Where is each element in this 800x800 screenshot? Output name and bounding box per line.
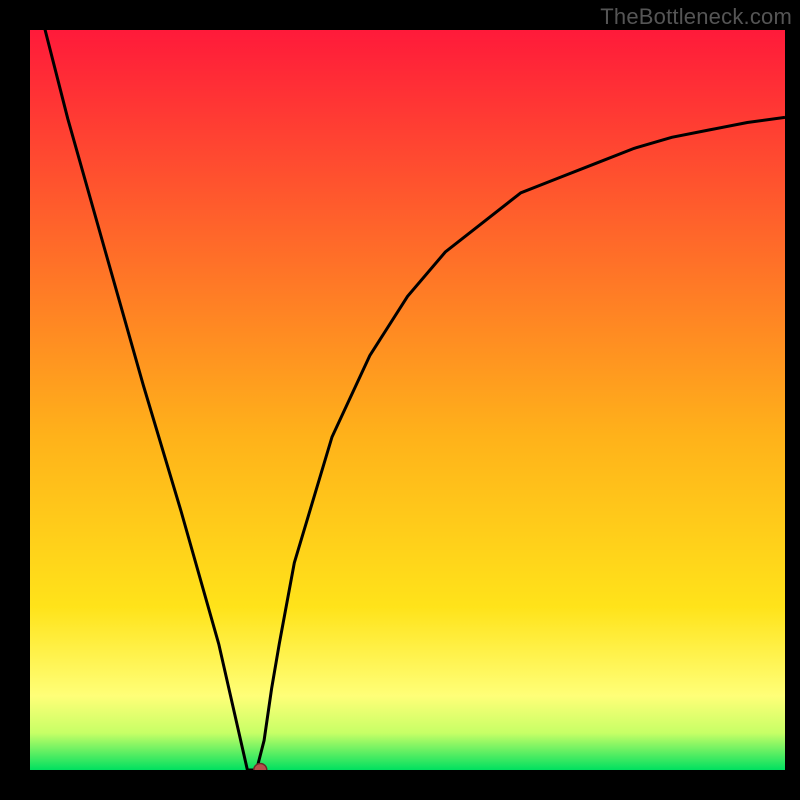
chart-frame: TheBottleneck.com <box>0 0 800 800</box>
watermark-text: TheBottleneck.com <box>600 4 792 30</box>
bottleneck-plot <box>30 30 785 770</box>
gradient-background <box>30 30 785 770</box>
plot-svg <box>30 30 785 770</box>
minimum-marker <box>254 764 267 771</box>
